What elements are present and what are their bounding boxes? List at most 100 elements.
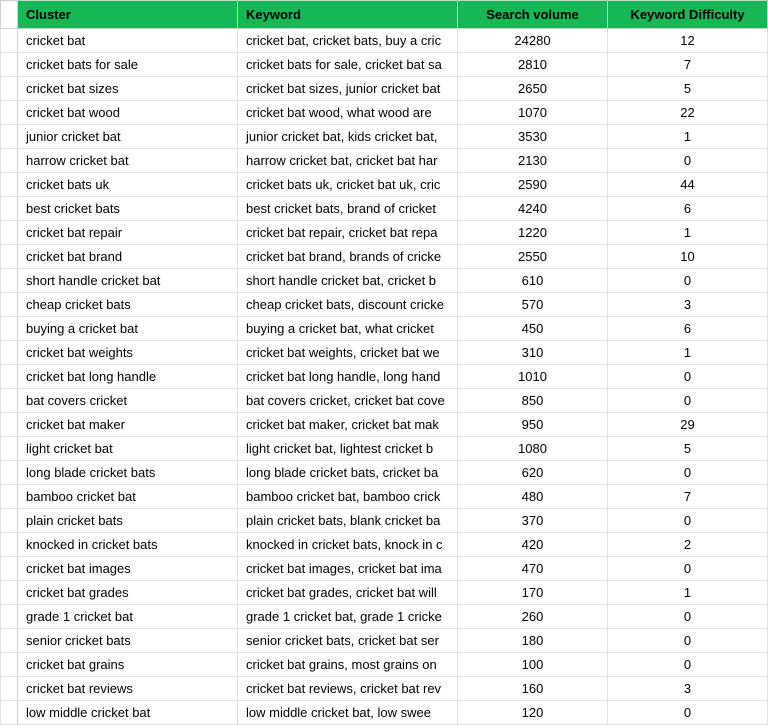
table-row[interactable]: cricket bat gradescricket bat grades, cr… bbox=[1, 581, 768, 605]
cell-cluster[interactable]: best cricket bats bbox=[18, 197, 238, 221]
cell-keyword[interactable]: cricket bat maker, cricket bat mak bbox=[238, 413, 458, 437]
cell-difficulty[interactable]: 0 bbox=[608, 389, 768, 413]
cell-keyword[interactable]: cricket bat, cricket bats, buy a cric bbox=[238, 29, 458, 53]
table-row[interactable]: cricket bat long handlecricket bat long … bbox=[1, 365, 768, 389]
cell-cluster[interactable]: cricket bat images bbox=[18, 557, 238, 581]
cell-difficulty[interactable]: 0 bbox=[608, 149, 768, 173]
table-row[interactable]: junior cricket batjunior cricket bat, ki… bbox=[1, 125, 768, 149]
table-row[interactable]: grade 1 cricket batgrade 1 cricket bat, … bbox=[1, 605, 768, 629]
table-row[interactable]: cricket bat woodcricket bat wood, what w… bbox=[1, 101, 768, 125]
cell-keyword[interactable]: senior cricket bats, cricket bat ser bbox=[238, 629, 458, 653]
table-row[interactable]: low middle cricket batlow middle cricket… bbox=[1, 701, 768, 725]
cell-volume[interactable]: 260 bbox=[458, 605, 608, 629]
table-row[interactable]: cricket bats for salecricket bats for sa… bbox=[1, 53, 768, 77]
cell-volume[interactable]: 420 bbox=[458, 533, 608, 557]
table-row[interactable]: cricket bat reviewscricket bat reviews, … bbox=[1, 677, 768, 701]
cell-cluster[interactable]: cricket bat bbox=[18, 29, 238, 53]
cell-cluster[interactable]: short handle cricket bat bbox=[18, 269, 238, 293]
table-row[interactable]: cricket bat imagescricket bat images, cr… bbox=[1, 557, 768, 581]
cell-difficulty[interactable]: 1 bbox=[608, 581, 768, 605]
cell-cluster[interactable]: grade 1 cricket bat bbox=[18, 605, 238, 629]
cell-difficulty[interactable]: 5 bbox=[608, 437, 768, 461]
cell-cluster[interactable]: cricket bats uk bbox=[18, 173, 238, 197]
table-row[interactable]: harrow cricket batharrow cricket bat, cr… bbox=[1, 149, 768, 173]
cell-difficulty[interactable]: 6 bbox=[608, 197, 768, 221]
cell-keyword[interactable]: best cricket bats, brand of cricket bbox=[238, 197, 458, 221]
cell-difficulty[interactable]: 0 bbox=[608, 605, 768, 629]
cell-volume[interactable]: 160 bbox=[458, 677, 608, 701]
cell-difficulty[interactable]: 0 bbox=[608, 629, 768, 653]
table-row[interactable]: plain cricket batsplain cricket bats, bl… bbox=[1, 509, 768, 533]
cell-volume[interactable]: 470 bbox=[458, 557, 608, 581]
cell-keyword[interactable]: cricket bat sizes, junior cricket bat bbox=[238, 77, 458, 101]
cell-cluster[interactable]: cricket bat long handle bbox=[18, 365, 238, 389]
cell-cluster[interactable]: harrow cricket bat bbox=[18, 149, 238, 173]
table-row[interactable]: bamboo cricket batbamboo cricket bat, ba… bbox=[1, 485, 768, 509]
cell-volume[interactable]: 950 bbox=[458, 413, 608, 437]
header-difficulty[interactable]: Keyword Difficulty bbox=[608, 1, 768, 29]
cell-volume[interactable]: 100 bbox=[458, 653, 608, 677]
cell-cluster[interactable]: cricket bat reviews bbox=[18, 677, 238, 701]
cell-difficulty[interactable]: 1 bbox=[608, 341, 768, 365]
cell-difficulty[interactable]: 0 bbox=[608, 269, 768, 293]
cell-volume[interactable]: 1010 bbox=[458, 365, 608, 389]
cell-keyword[interactable]: cheap cricket bats, discount cricke bbox=[238, 293, 458, 317]
cell-difficulty[interactable]: 22 bbox=[608, 101, 768, 125]
table-row[interactable]: senior cricket batssenior cricket bats, … bbox=[1, 629, 768, 653]
cell-keyword[interactable]: cricket bat grades, cricket bat will bbox=[238, 581, 458, 605]
table-row[interactable]: cricket bat weightscricket bat weights, … bbox=[1, 341, 768, 365]
cell-cluster[interactable]: senior cricket bats bbox=[18, 629, 238, 653]
cell-volume[interactable]: 1080 bbox=[458, 437, 608, 461]
table-row[interactable]: cricket batcricket bat, cricket bats, bu… bbox=[1, 29, 768, 53]
cell-cluster[interactable]: junior cricket bat bbox=[18, 125, 238, 149]
cell-difficulty[interactable]: 6 bbox=[608, 317, 768, 341]
cell-volume[interactable]: 480 bbox=[458, 485, 608, 509]
cell-cluster[interactable]: cricket bat brand bbox=[18, 245, 238, 269]
cell-keyword[interactable]: harrow cricket bat, cricket bat har bbox=[238, 149, 458, 173]
cell-keyword[interactable]: light cricket bat, lightest cricket b bbox=[238, 437, 458, 461]
cell-difficulty[interactable]: 0 bbox=[608, 509, 768, 533]
cell-cluster[interactable]: knocked in cricket bats bbox=[18, 533, 238, 557]
header-keyword[interactable]: Keyword bbox=[238, 1, 458, 29]
cell-cluster[interactable]: bat covers cricket bbox=[18, 389, 238, 413]
cell-keyword[interactable]: bat covers cricket, cricket bat cove bbox=[238, 389, 458, 413]
cell-keyword[interactable]: cricket bat images, cricket bat ima bbox=[238, 557, 458, 581]
cell-cluster[interactable]: cricket bat grades bbox=[18, 581, 238, 605]
cell-volume[interactable]: 570 bbox=[458, 293, 608, 317]
cell-keyword[interactable]: cricket bat weights, cricket bat we bbox=[238, 341, 458, 365]
cell-cluster[interactable]: cheap cricket bats bbox=[18, 293, 238, 317]
cell-difficulty[interactable]: 0 bbox=[608, 461, 768, 485]
cell-difficulty[interactable]: 10 bbox=[608, 245, 768, 269]
cell-cluster[interactable]: cricket bat sizes bbox=[18, 77, 238, 101]
table-row[interactable]: cheap cricket batscheap cricket bats, di… bbox=[1, 293, 768, 317]
table-row[interactable]: buying a cricket batbuying a cricket bat… bbox=[1, 317, 768, 341]
cell-keyword[interactable]: cricket bat long handle, long hand bbox=[238, 365, 458, 389]
cell-difficulty[interactable]: 0 bbox=[608, 653, 768, 677]
table-row[interactable]: bat covers cricketbat covers cricket, cr… bbox=[1, 389, 768, 413]
cell-volume[interactable]: 2590 bbox=[458, 173, 608, 197]
cell-volume[interactable]: 2130 bbox=[458, 149, 608, 173]
cell-volume[interactable]: 450 bbox=[458, 317, 608, 341]
table-row[interactable]: cricket bat grainscricket bat grains, mo… bbox=[1, 653, 768, 677]
cell-difficulty[interactable]: 0 bbox=[608, 701, 768, 725]
cell-difficulty[interactable]: 12 bbox=[608, 29, 768, 53]
cell-volume[interactable]: 2550 bbox=[458, 245, 608, 269]
cell-cluster[interactable]: long blade cricket bats bbox=[18, 461, 238, 485]
cell-cluster[interactable]: cricket bat weights bbox=[18, 341, 238, 365]
cell-volume[interactable]: 1070 bbox=[458, 101, 608, 125]
cell-keyword[interactable]: buying a cricket bat, what cricket bbox=[238, 317, 458, 341]
cell-cluster[interactable]: cricket bat maker bbox=[18, 413, 238, 437]
cell-cluster[interactable]: cricket bat grains bbox=[18, 653, 238, 677]
cell-volume[interactable]: 2810 bbox=[458, 53, 608, 77]
cell-volume[interactable]: 4240 bbox=[458, 197, 608, 221]
header-cluster[interactable]: Cluster bbox=[18, 1, 238, 29]
table-row[interactable]: best cricket batsbest cricket bats, bran… bbox=[1, 197, 768, 221]
cell-difficulty[interactable]: 7 bbox=[608, 485, 768, 509]
cell-keyword[interactable]: plain cricket bats, blank cricket ba bbox=[238, 509, 458, 533]
cell-difficulty[interactable]: 0 bbox=[608, 557, 768, 581]
cell-volume[interactable]: 180 bbox=[458, 629, 608, 653]
cell-volume[interactable]: 170 bbox=[458, 581, 608, 605]
table-row[interactable]: knocked in cricket batsknocked in cricke… bbox=[1, 533, 768, 557]
cell-keyword[interactable]: grade 1 cricket bat, grade 1 cricke bbox=[238, 605, 458, 629]
cell-volume[interactable]: 370 bbox=[458, 509, 608, 533]
